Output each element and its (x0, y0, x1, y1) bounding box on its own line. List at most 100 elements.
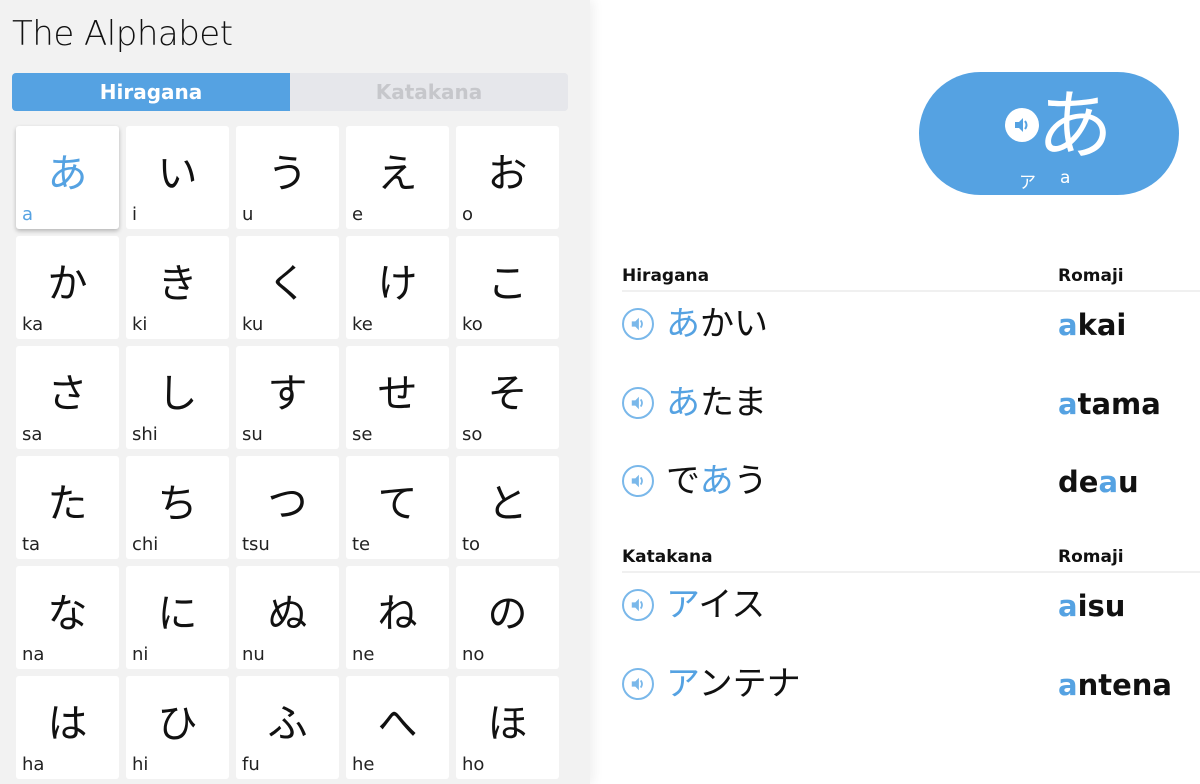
kana-character: ね (377, 591, 418, 637)
speaker-icon[interactable] (622, 589, 654, 621)
kana-romaji: ku (242, 314, 264, 335)
romaji-text: isu (1077, 589, 1126, 623)
word-romaji: akai (1058, 306, 1126, 344)
kana-character: い (157, 151, 198, 197)
kana-romaji: hi (132, 754, 149, 775)
kana-romaji: shi (132, 424, 158, 445)
word-kana: あたま (666, 381, 767, 425)
kana-romaji: ho (462, 754, 485, 775)
kana-text: う (733, 461, 768, 501)
word-row: アイス aisu (622, 581, 1200, 631)
highlighted-romaji: a (1098, 465, 1119, 499)
highlighted-romaji: a (1058, 668, 1078, 702)
word-kana: アイス (666, 583, 765, 627)
kana-cell[interactable]: いi (126, 126, 229, 229)
kana-character: て (377, 481, 418, 527)
kana-cell[interactable]: ね ne (346, 566, 449, 669)
alphabet-panel: The Alphabet Hiragana Katakana あaいiうuえeお… (0, 0, 590, 784)
word-romaji: atama (1058, 385, 1161, 423)
highlighted-kana: あ (666, 383, 700, 423)
romaji-text: de (1058, 465, 1099, 499)
kana-cell[interactable]: ひ hi (126, 676, 229, 779)
romaji-column-header: Romaji (1058, 547, 1124, 567)
kana-character: ち (157, 481, 198, 527)
kana-cell[interactable]: うu (236, 126, 339, 229)
selected-character-card[interactable]: あ ア a (919, 72, 1179, 195)
kana-cell[interactable]: の no (456, 566, 559, 669)
kana-cell[interactable]: おo (456, 126, 559, 229)
kana-character: ふ (267, 701, 308, 747)
speaker-icon[interactable] (1005, 108, 1039, 142)
kana-cell[interactable]: と to (456, 456, 559, 559)
highlighted-romaji: a (1058, 308, 1078, 342)
kana-cell[interactable]: ふ fu (236, 676, 339, 779)
kana-cell[interactable]: く ku (236, 236, 339, 339)
highlighted-romaji: a (1058, 387, 1078, 421)
speaker-icon[interactable] (622, 668, 654, 700)
kana-romaji: ta (22, 534, 41, 555)
kana-cell[interactable]: は ha (16, 676, 119, 779)
tab-hiragana[interactable]: Hiragana (12, 73, 290, 111)
kana-character: ひ (157, 701, 198, 747)
kana-romaji: tsu (242, 534, 270, 555)
kana-character: の (487, 591, 528, 637)
speaker-icon[interactable] (622, 308, 654, 340)
kana-cell[interactable]: ほ ho (456, 676, 559, 779)
kana-character: ぬ (267, 591, 308, 637)
kana-character: し (157, 371, 198, 417)
romaji-text: u (1118, 465, 1139, 499)
kana-cell[interactable]: そ so (456, 346, 559, 449)
word-row: であう deau (622, 457, 1200, 507)
kana-text: かい (700, 304, 768, 344)
kana-cell[interactable]: ち chi (126, 456, 229, 559)
kana-cell[interactable]: な na (16, 566, 119, 669)
kana-cell[interactable]: えe (346, 126, 449, 229)
word-kana: であう (666, 459, 768, 503)
kana-cell[interactable]: き ki (126, 236, 229, 339)
kana-character: な (47, 591, 88, 637)
kana-cell[interactable]: す su (236, 346, 339, 449)
section-title: Katakana (622, 547, 713, 567)
kana-cell[interactable]: た ta (16, 456, 119, 559)
kana-cell[interactable]: か ka (16, 236, 119, 339)
kana-romaji: he (352, 754, 375, 775)
tab-katakana[interactable]: Katakana (290, 73, 568, 111)
selected-romaji: a (1060, 168, 1071, 188)
kana-character: つ (267, 481, 308, 527)
word-row: あかい akai (622, 300, 1200, 350)
selected-katakana: ア (1019, 173, 1036, 193)
kana-character: す (267, 371, 308, 417)
kana-cell[interactable]: ぬ nu (236, 566, 339, 669)
kana-cell[interactable]: こ ko (456, 236, 559, 339)
kana-romaji: fu (242, 754, 260, 775)
kana-cell[interactable]: つ tsu (236, 456, 339, 559)
word-kana: アンテナ (666, 662, 801, 706)
kana-romaji: nu (242, 644, 265, 665)
kana-character: そ (487, 371, 528, 417)
word-kana: あかい (666, 302, 768, 346)
section-title: Hiragana (622, 266, 710, 286)
kana-cell[interactable]: し shi (126, 346, 229, 449)
highlighted-kana: ア (666, 664, 699, 704)
kana-romaji: i (132, 204, 138, 225)
kana-character: か (47, 261, 88, 307)
kana-grid: あ a い i う u え e お o か ka き ki く ku け ke こ ko さ sa し shi す su せ se そ s… (16, 126, 559, 779)
kana-romaji: se (352, 424, 373, 445)
kana-cell[interactable]: さ sa (16, 346, 119, 449)
kana-cell[interactable]: へ he (346, 676, 449, 779)
kana-cell[interactable]: け ke (346, 236, 449, 339)
kana-romaji: ke (352, 314, 373, 335)
kana-romaji: to (462, 534, 481, 555)
speaker-icon[interactable] (622, 387, 654, 419)
kana-cell[interactable]: あa (16, 126, 119, 229)
kana-romaji: no (462, 644, 485, 665)
kana-character: き (157, 261, 198, 307)
word-row: アンテナ antena (622, 660, 1200, 710)
speaker-icon[interactable] (622, 465, 654, 497)
selected-kana: あ (1037, 81, 1113, 170)
kana-text: で (666, 461, 700, 501)
kana-character: あ (47, 151, 88, 197)
kana-cell[interactable]: せ se (346, 346, 449, 449)
kana-cell[interactable]: に ni (126, 566, 229, 669)
kana-cell[interactable]: て te (346, 456, 449, 559)
